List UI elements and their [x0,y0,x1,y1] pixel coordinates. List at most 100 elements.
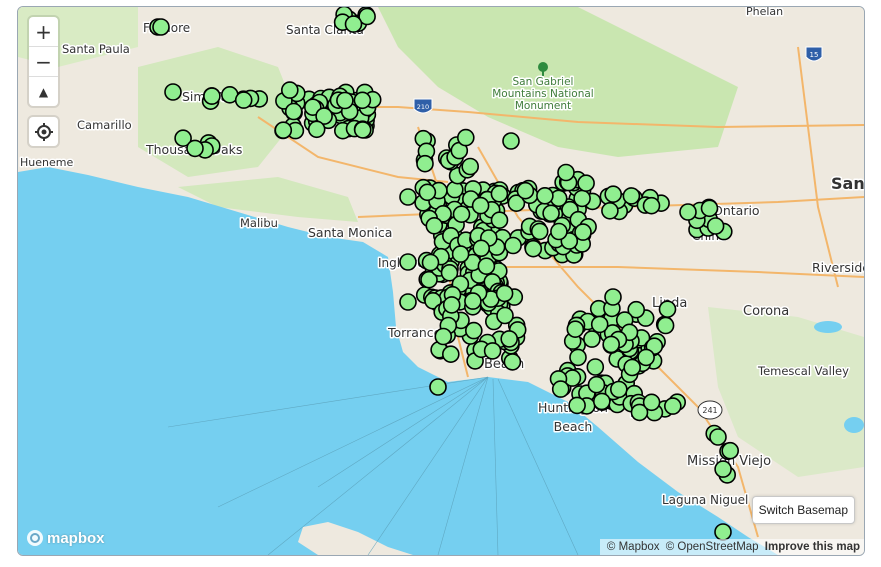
map-marker[interactable] [164,83,182,101]
map-marker[interactable] [477,257,496,276]
map-marker[interactable] [642,393,661,412]
navigation-control: + − ▲ [29,17,58,106]
interstate-210-shield: 210 [413,98,433,114]
map-marker[interactable] [496,306,514,325]
place-label-santa-monica: Santa Monica [308,225,392,240]
map-marker[interactable] [557,163,575,182]
map-marker[interactable] [399,188,417,206]
map-marker[interactable] [530,222,549,241]
mapbox-logo-text: mapbox [47,529,105,547]
map-marker[interactable] [234,91,253,109]
map-marker[interactable] [568,396,586,415]
attribution-osm-link[interactable]: © OpenStreetMap [666,541,759,553]
map-marker[interactable] [586,358,605,376]
map-marker[interactable] [425,217,444,235]
map-canvas[interactable]: 15 210 241 FillmoreSanta ClaritaPhelanSa… [18,7,864,555]
map-marker[interactable] [503,353,522,371]
map-marker[interactable] [353,91,372,110]
map-marker[interactable] [399,253,417,271]
map-marker[interactable] [583,330,601,348]
map-marker[interactable] [542,204,560,223]
mapbox-logo[interactable]: mapbox [26,529,105,547]
map-marker[interactable] [573,189,591,208]
map-marker[interactable] [471,196,490,215]
map-marker[interactable] [577,174,595,192]
svg-text:15: 15 [810,51,819,59]
map-marker[interactable] [551,380,570,398]
place-label-camarillo: Camarillo [77,118,132,132]
map-marker[interactable] [622,187,641,205]
switch-basemap-button[interactable]: Switch Basemap [751,496,855,524]
map-marker[interactable] [456,128,475,147]
map-marker[interactable] [280,81,299,99]
map-marker[interactable] [416,154,434,173]
map-marker[interactable] [495,284,514,303]
map-marker[interactable] [679,203,697,221]
map-marker[interactable] [637,348,655,367]
map-marker[interactable] [502,132,520,150]
map-marker[interactable] [353,121,372,139]
map-marker[interactable] [421,253,440,272]
map-marker[interactable] [663,397,682,415]
map-marker[interactable] [623,358,642,377]
map-marker[interactable] [709,428,727,446]
map-marker[interactable] [418,183,437,202]
lake-elsinore [844,417,864,433]
map-container[interactable]: 15 210 241 FillmoreSanta ClaritaPhelanSa… [17,6,865,556]
map-marker[interactable] [604,288,622,306]
map-marker[interactable] [601,202,619,220]
map-marker[interactable] [706,217,725,235]
map-marker[interactable] [472,239,491,258]
map-marker[interactable] [452,205,471,223]
map-marker[interactable] [592,392,611,411]
map-marker[interactable] [464,292,482,310]
map-marker[interactable] [441,345,460,364]
map-marker[interactable] [434,327,453,346]
map-marker[interactable] [587,375,606,394]
map-marker[interactable] [344,15,363,33]
map-marker[interactable] [642,196,661,215]
geolocate-button[interactable] [29,117,58,146]
map-marker[interactable] [550,222,568,241]
map-marker[interactable] [336,91,354,110]
zoom-in-button[interactable]: + [29,17,58,47]
map-marker[interactable] [500,330,519,348]
map-marker[interactable] [656,316,675,335]
map-marker[interactable] [274,121,293,139]
map-marker[interactable] [399,293,417,311]
map-marker[interactable] [658,300,677,319]
map-marker[interactable] [604,185,623,203]
map-marker[interactable] [602,335,621,354]
map-marker[interactable] [464,321,483,340]
map-marker[interactable] [590,315,609,334]
map-marker[interactable] [490,185,509,203]
zoom-out-button[interactable]: − [29,47,58,77]
map-marker[interactable] [186,139,204,158]
map-marker[interactable] [451,245,470,263]
map-marker[interactable] [203,87,221,105]
map-marker[interactable] [569,348,587,367]
map-marker[interactable] [504,236,522,255]
map-marker[interactable] [700,199,719,218]
map-marker[interactable] [609,380,628,399]
map-marker[interactable] [490,211,509,229]
map-marker[interactable] [536,187,554,205]
map-marker[interactable] [566,320,585,339]
map-marker[interactable] [307,120,326,139]
map-marker[interactable] [483,342,502,360]
attribution-mapbox-link[interactable]: © Mapbox [607,541,660,553]
map-marker[interactable] [714,460,732,478]
map-marker[interactable] [429,378,447,396]
map-marker[interactable] [284,102,303,121]
map-marker[interactable] [442,296,461,314]
map-marker[interactable] [152,18,170,36]
improve-map-link[interactable]: Improve this map [765,541,860,553]
map-marker[interactable] [516,181,535,200]
place-label-corona: Corona [743,304,789,319]
map-marker[interactable] [721,441,740,460]
map-marker[interactable] [524,239,543,258]
map-marker[interactable] [574,223,592,241]
map-marker[interactable] [714,523,732,541]
compass-button[interactable]: ▲ [29,77,58,106]
map-marker[interactable] [461,157,480,176]
